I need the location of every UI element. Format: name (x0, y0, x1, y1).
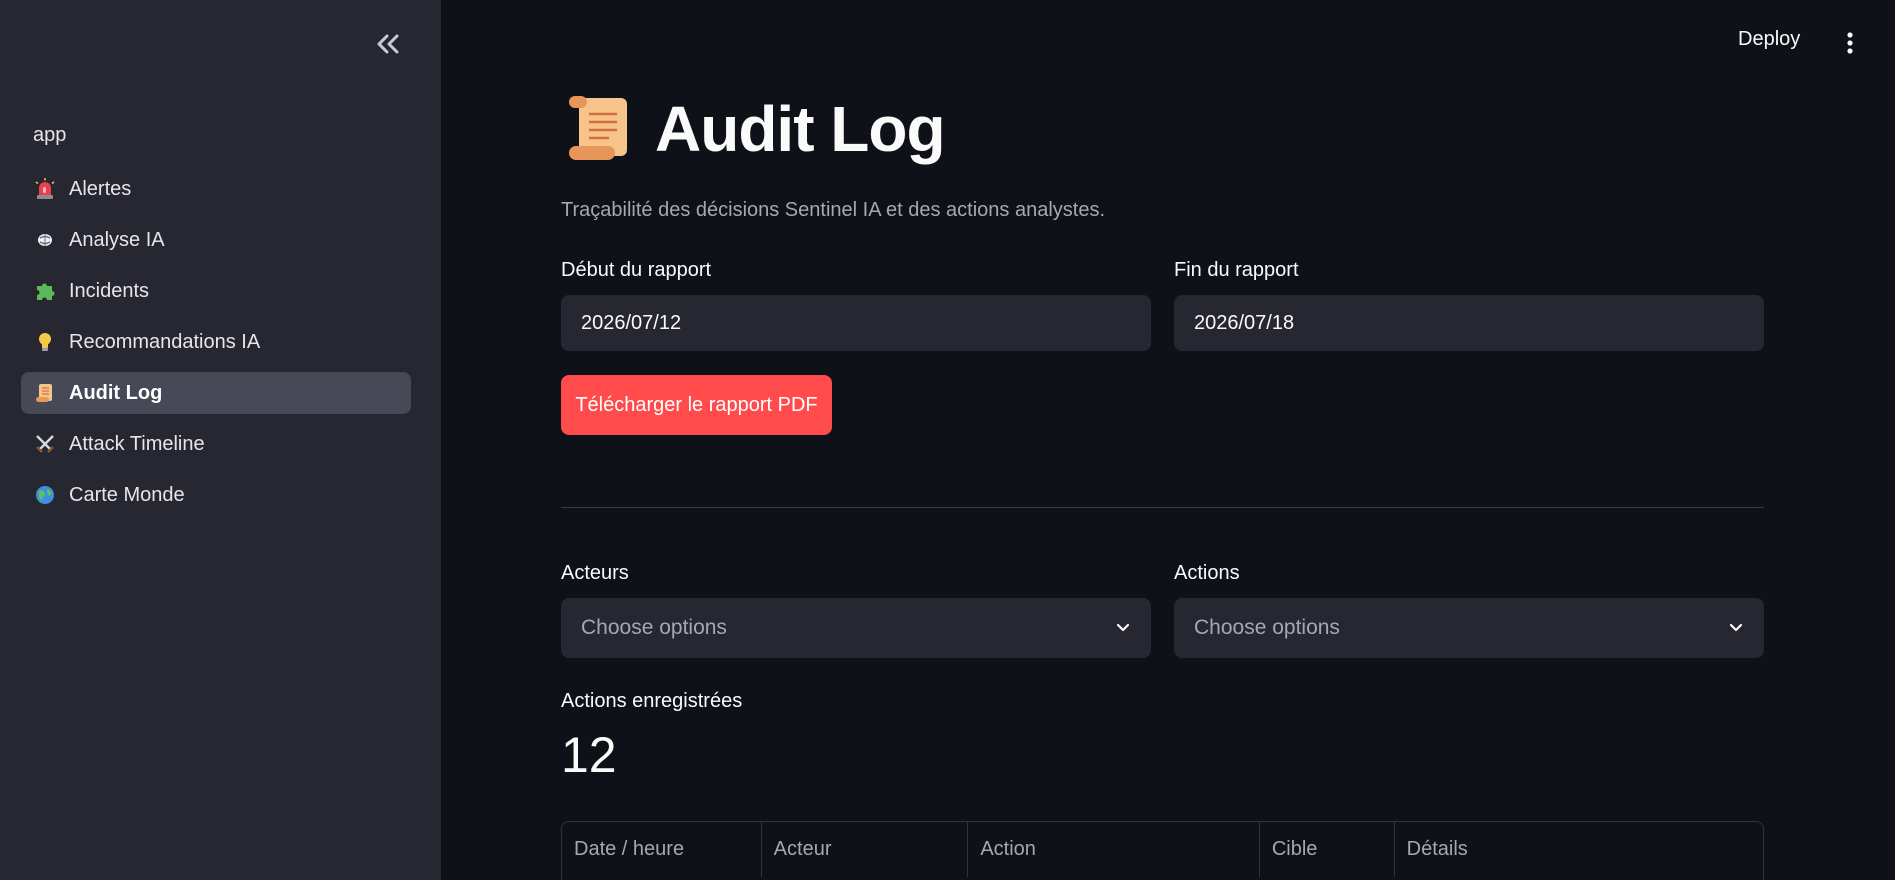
audit-log-table: Date / heure Acteur Action Cible Détails (561, 821, 1764, 880)
sidebar-item-label: Analyse IA (69, 228, 165, 251)
main-menu-button[interactable] (1838, 28, 1862, 58)
sidebar-item-label: Attack Timeline (69, 432, 205, 455)
sidebar-item-label: Audit Log (69, 381, 163, 404)
report-start-date-input[interactable]: 2026/07/12 (561, 295, 1151, 351)
sidebar-item-label: Alertes (69, 177, 132, 200)
sidebar-item-attack-timeline[interactable]: Attack Timeline (21, 423, 411, 465)
actors-placeholder: Choose options (581, 616, 727, 639)
report-end-date-input[interactable]: 2026/07/18 (1174, 295, 1764, 351)
siren-icon (33, 177, 57, 201)
actors-label: Acteurs (561, 562, 629, 584)
page-subtitle: Traçabilité des décisions Sentinel IA et… (561, 199, 1106, 221)
sidebar-item-carte-monde[interactable]: Carte Monde (21, 474, 411, 516)
sidebar-item-label: Carte Monde (69, 483, 185, 506)
lightbulb-icon (33, 330, 57, 354)
double-chevron-left-icon (377, 34, 399, 54)
puzzle-icon (33, 279, 57, 303)
sidebar-item-label: Incidents (69, 279, 150, 302)
app-root: app Alertes Analyse IA Incidents Recomma… (0, 0, 1895, 880)
actions-placeholder: Choose options (1194, 616, 1340, 639)
actions-label: Actions (1174, 562, 1240, 584)
chevron-down-icon (1729, 623, 1743, 632)
metric-value: 12 (561, 727, 617, 783)
actors-multiselect[interactable]: Choose options (561, 598, 1151, 658)
table-header-date[interactable]: Date / heure (562, 822, 762, 877)
vertical-dots-icon (1847, 32, 1853, 54)
collapse-sidebar-button[interactable] (370, 26, 406, 62)
table-header-action[interactable]: Action (968, 822, 1260, 877)
table-header-actor[interactable]: Acteur (762, 822, 969, 877)
sidebar-header[interactable]: app (33, 124, 66, 147)
sidebar: app Alertes Analyse IA Incidents Recomma… (0, 0, 441, 880)
table-header-target[interactable]: Cible (1260, 822, 1395, 877)
chevron-down-icon (1116, 623, 1130, 632)
sidebar-item-incidents[interactable]: Incidents (21, 270, 411, 312)
scroll-icon (569, 96, 627, 160)
scroll-icon (33, 381, 57, 405)
crossed-swords-icon (33, 432, 57, 456)
globe-icon (33, 483, 57, 507)
report-start-label: Début du rapport (561, 259, 712, 281)
page-title: Audit Log (655, 93, 946, 165)
download-pdf-button[interactable]: Télécharger le rapport PDF (561, 375, 832, 435)
report-end-label: Fin du rapport (1174, 259, 1299, 281)
brain-icon (33, 228, 57, 252)
table-header-details[interactable]: Détails (1395, 822, 1763, 877)
page-title-row: Audit Log (561, 90, 946, 168)
sidebar-nav: Alertes Analyse IA Incidents Recommandat… (21, 168, 411, 525)
sidebar-item-analyse-ia[interactable]: Analyse IA (21, 219, 411, 261)
deploy-button[interactable]: Deploy (1738, 28, 1800, 51)
actions-multiselect[interactable]: Choose options (1174, 598, 1764, 658)
sidebar-item-alertes[interactable]: Alertes (21, 168, 411, 210)
sidebar-item-audit-log[interactable]: Audit Log (21, 372, 411, 414)
section-divider (561, 507, 1764, 508)
sidebar-item-recommandations-ia[interactable]: Recommandations IA (21, 321, 411, 363)
sidebar-item-label: Recommandations IA (69, 330, 261, 353)
metric-label: Actions enregistrées (561, 690, 743, 712)
